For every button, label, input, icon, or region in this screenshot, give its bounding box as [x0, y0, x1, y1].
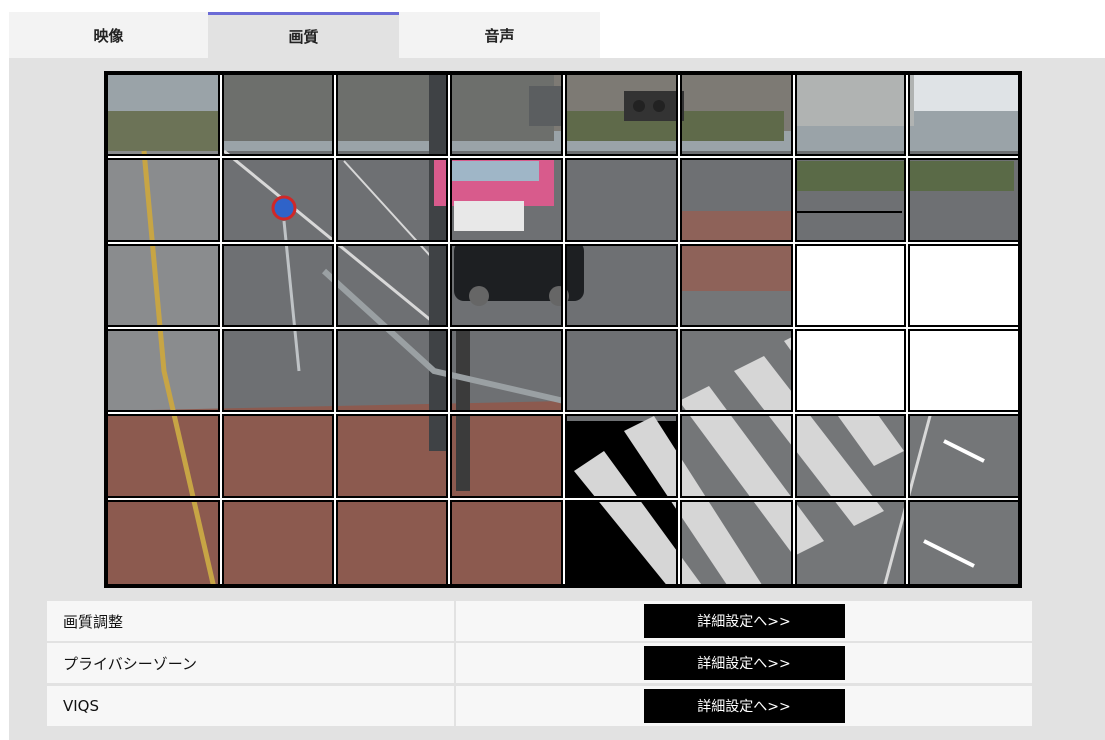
detail-settings-button[interactable]: 詳細設定へ>>: [643, 604, 845, 638]
tab-bar: 映像 画質 音声: [9, 12, 600, 58]
settings-label: 画質調整: [47, 601, 456, 641]
settings-label: VIQS: [47, 686, 456, 726]
settings-action: 詳細設定へ>>: [456, 643, 1032, 683]
tab-audio[interactable]: 音声: [399, 12, 600, 58]
camera-preview[interactable]: [104, 71, 1022, 588]
settings-action: 詳細設定へ>>: [456, 601, 1032, 641]
settings-row-privacy-zone: プライバシーゾーン 詳細設定へ>>: [47, 643, 1032, 683]
settings-panel: 画質調整 詳細設定へ>> プライバシーゾーン 詳細設定へ>> VIQS 詳細設定…: [9, 598, 1105, 740]
camera-scene: [104, 71, 1022, 588]
tab-video[interactable]: 映像: [9, 12, 208, 58]
settings-action: 詳細設定へ>>: [456, 686, 1032, 726]
tab-image-quality[interactable]: 画質: [208, 12, 399, 58]
detail-settings-button[interactable]: 詳細設定へ>>: [643, 646, 845, 680]
detail-settings-button[interactable]: 詳細設定へ>>: [643, 689, 845, 723]
settings-row-image-adjust: 画質調整 詳細設定へ>>: [47, 601, 1032, 641]
settings-label: プライバシーゾーン: [47, 643, 456, 683]
settings-row-viqs: VIQS 詳細設定へ>>: [47, 686, 1032, 726]
